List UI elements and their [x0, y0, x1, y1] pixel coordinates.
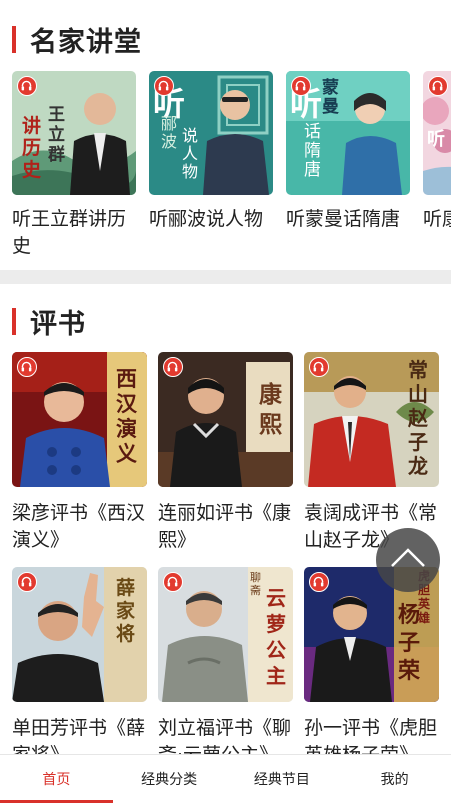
cover-image: 聊斋 云萝公主 [158, 567, 293, 702]
storytelling-card-lian-liru[interactable]: 康熙 连丽如评书《康熙》 [158, 352, 293, 562]
headphones-icon [309, 572, 329, 592]
section-title: 评书 [12, 302, 86, 341]
bottom-tab-bar: 首页 经典分类 经典节目 我的 [0, 754, 451, 803]
headphones-icon [291, 76, 311, 96]
storytelling-card-sun-yi[interactable]: 虎胆英雄 杨子荣 孙一评书《虎胆英雄杨子荣》 [304, 567, 439, 754]
cover-image: 康熙 [158, 352, 293, 487]
headphones-icon [154, 76, 174, 96]
lecture-card-wang-liqun[interactable]: 讲历史 王立群 听王立群讲历史 [12, 71, 136, 261]
card-caption: 听王立群讲历史 [12, 208, 127, 257]
cover-title: 听 [427, 129, 445, 150]
storytelling-card-liu-lifu[interactable]: 聊斋 云萝公主 刘立福评书《聊斋·云萝公主》 [158, 567, 293, 754]
headphones-icon [428, 76, 448, 96]
cover-image: 听 [423, 71, 451, 195]
tab-mine[interactable]: 我的 [338, 755, 451, 803]
storytelling-section: 评书 西汉演义 梁彦评书《西汉演义》 康熙 连丽如评书《康熙》 常山赵子龙 袁阔… [0, 284, 451, 754]
cover-title: 云萝公主 [266, 586, 286, 688]
cover-subtitle: 王立群 [48, 105, 65, 165]
headphones-icon [17, 357, 37, 377]
lecture-card-kang-zhen[interactable]: 听 听康震… [423, 71, 451, 261]
cover-title: 常山赵子龙 [408, 358, 428, 478]
title-accent-bar [12, 308, 16, 335]
card-caption: 孙一评书《虎胆英雄杨子荣》 [304, 717, 438, 754]
tab-label: 首页 [42, 772, 71, 788]
cover-title: 西汉演义 [116, 366, 137, 466]
cover-title: 薛家将 [116, 577, 136, 645]
card-caption: 听郦波说人物 [149, 208, 264, 230]
cover-image: 讲历史 王立群 [12, 71, 136, 195]
section-title: 名家讲堂 [12, 20, 142, 59]
tab-home[interactable]: 首页 [0, 755, 113, 803]
cover-title: 讲历史 [22, 115, 42, 181]
cover-subtitle: 蒙曼 [322, 78, 339, 117]
card-caption: 连丽如评书《康熙》 [158, 502, 292, 551]
lecture-card-li-bo[interactable]: 听 郦波 说人物 听郦波说人物 [149, 71, 273, 261]
storytelling-card-shan-tianfang[interactable]: 薛家将 单田芳评书《薛家将》 [12, 567, 147, 754]
cover-subtitle-2: 话隋唐 [304, 122, 321, 180]
cover-image: 听 郦波 说人物 [149, 71, 273, 195]
scroll-to-top-button[interactable] [376, 528, 440, 592]
card-caption: 刘立福评书《聊斋·云萝公主》 [158, 717, 292, 754]
cover-image: 西汉演义 [12, 352, 147, 487]
section-title-text: 评书 [30, 309, 86, 340]
storytelling-card-liang-yan[interactable]: 西汉演义 梁彦评书《西汉演义》 [12, 352, 147, 562]
section-title-text: 名家讲堂 [30, 27, 142, 58]
headphones-icon [17, 76, 37, 96]
cover-title: 康熙 [259, 381, 282, 438]
cover-small: 聊斋 [250, 571, 261, 597]
headphones-icon [163, 357, 183, 377]
chevron-up-icon [391, 548, 425, 567]
tab-label: 经典分类 [141, 772, 198, 788]
cover-image: 常山赵子龙 [304, 352, 439, 487]
lecture-card-meng-man[interactable]: 听 蒙曼 话隋唐 听蒙曼话隋唐 [286, 71, 410, 261]
card-caption: 听蒙曼话隋唐 [286, 208, 401, 230]
tab-label: 经典节目 [253, 772, 310, 788]
card-caption: 梁彦评书《西汉演义》 [12, 502, 146, 551]
card-caption: 听康震… [423, 208, 451, 230]
cover-subtitle-2: 说人物 [182, 126, 199, 181]
title-accent-bar [12, 26, 16, 53]
famous-lectures-section: 名家讲堂 讲历史 王立群 听王立群讲历史 听 郦波 说人物 听郦波说人物 听 蒙… [0, 0, 451, 270]
headphones-icon [163, 572, 183, 592]
headphones-icon [17, 572, 37, 592]
cover-image: 听 蒙曼 话隋唐 [286, 71, 410, 195]
cover-title: 杨子荣 [398, 602, 421, 684]
tab-label: 我的 [380, 772, 409, 788]
cover-image: 薛家将 [12, 567, 147, 702]
card-caption: 单田芳评书《薛家将》 [12, 717, 146, 754]
headphones-icon [309, 357, 329, 377]
cover-subtitle: 郦波 [161, 114, 178, 151]
tab-classic-categories[interactable]: 经典分类 [113, 755, 226, 803]
tab-classic-programs[interactable]: 经典节目 [226, 755, 339, 803]
